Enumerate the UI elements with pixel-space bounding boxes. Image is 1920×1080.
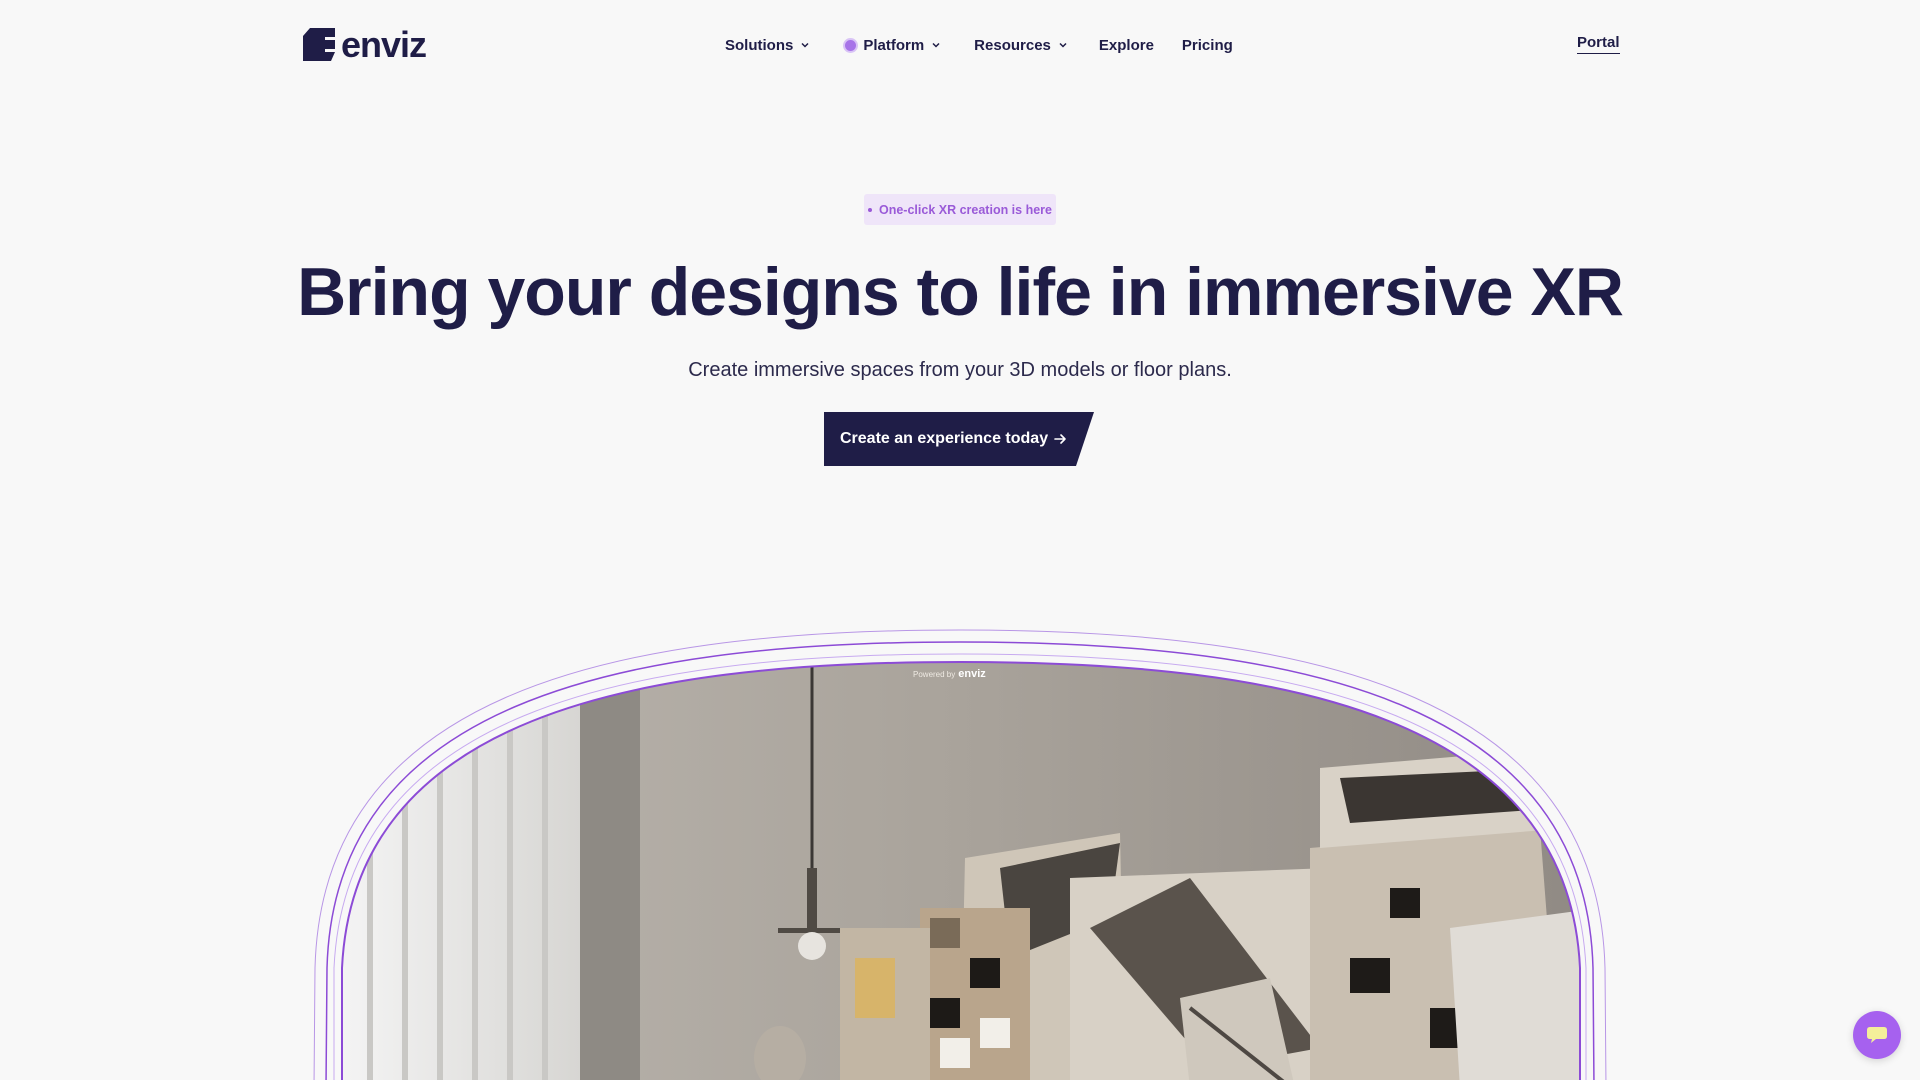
hero-headline: Bring your designs to life in immersive … [297,254,1624,330]
cta-label: Create an experience today [840,430,1049,447]
powered-by-label: Powered by [913,669,956,679]
platform-dot-icon [843,37,859,53]
powered-by-brand: enviz [958,668,986,680]
chat-button[interactable] [1853,1011,1901,1059]
enviz-logo-icon [303,28,335,61]
chevron-down-icon [1059,42,1067,48]
hero-subhead: Create immersive spaces from your 3D mod… [688,359,1232,381]
xr-showcase [313,629,1607,1080]
nav-platform-label: Platform [863,36,925,54]
logo[interactable]: enviz [303,24,427,65]
nav-solutions-label: Solutions [725,36,794,54]
nav-resources-label: Resources [974,36,1051,54]
logo-text: enviz [341,24,427,65]
badge-label: One-click XR creation is here [879,202,1052,217]
create-experience-button[interactable]: Create an experience today [824,412,1094,466]
nav-explore-label: Explore [1098,36,1154,54]
chevron-down-icon [801,42,809,48]
nav-resources[interactable]: Resources [974,37,1069,54]
chat-bubble-icon [1867,1027,1887,1043]
badge-dot-icon [868,207,872,212]
main-menu: Solutions Platform Resources Explore Pri… [725,34,1233,56]
nav-explore[interactable]: Explore [1099,37,1154,54]
portal-link[interactable]: Portal [1577,34,1620,54]
room-scene-image [342,662,1580,1080]
announcement-badge: One-click XR creation is here [864,194,1056,225]
nav-platform[interactable]: Platform [843,37,942,54]
arrow-right-icon [1054,434,1066,444]
chevron-down-icon [932,42,940,48]
nav-pricing[interactable]: Pricing [1182,37,1233,54]
powered-by-badge: Powered by enviz [913,668,986,680]
top-navigation: enviz Solutions Platform Resources Explo… [0,0,1920,90]
nav-pricing-label: Pricing [1181,36,1233,54]
nav-solutions[interactable]: Solutions [725,37,811,54]
